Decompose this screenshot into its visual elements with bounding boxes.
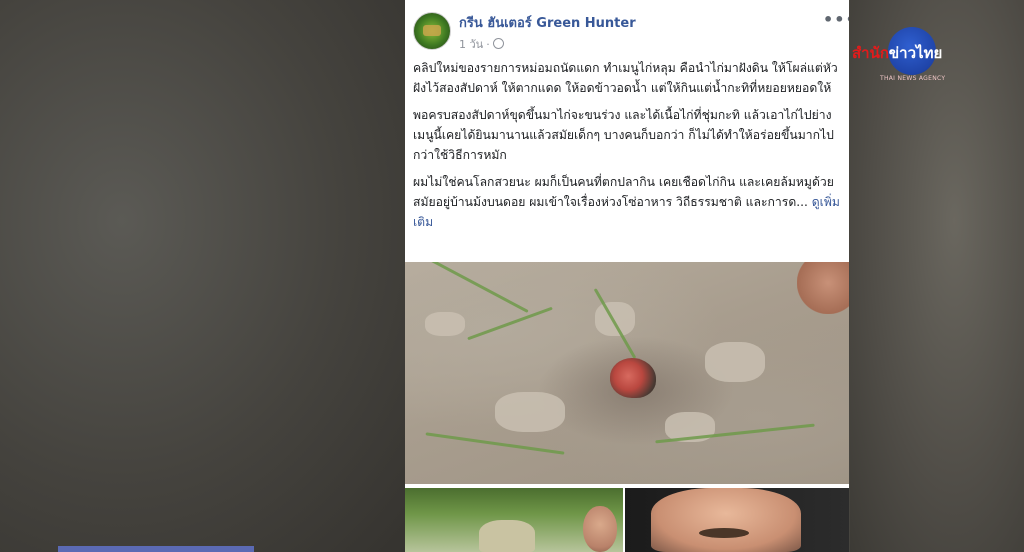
post-photo-thumbnail-1[interactable]: [405, 488, 623, 552]
post-author-name[interactable]: กรีน ฮันเตอร์ Green Hunter: [459, 12, 636, 33]
logo-text-red: สำนัก: [852, 44, 889, 62]
globe-icon: [492, 38, 504, 49]
grass-blade: [421, 262, 529, 313]
news-agency-logo-text: สำนักข่าวไทย: [852, 41, 942, 65]
post-photo-thumbnail-2[interactable]: [625, 488, 849, 552]
post-body-text: คลิปใหม่ของรายการหม่อมถนัดแดก ทำเมนูไก่ห…: [413, 58, 841, 239]
post-header: กรีน ฮันเตอร์ Green Hunter 1 วัน· •••: [405, 0, 849, 56]
post-paragraph-2: พอครบสองสัปดาห์ขุดขึ้นมาไก่จะขนร่วง และไ…: [413, 108, 834, 162]
person-hat: [479, 520, 535, 552]
lower-third-bar: [58, 546, 254, 552]
meta-separator: ·: [486, 38, 490, 51]
news-agency-subtitle: THAI NEWS AGENCY: [880, 75, 946, 82]
soil-clod: [705, 342, 765, 382]
more-options-icon[interactable]: •••: [823, 10, 849, 29]
chicken-head: [610, 358, 656, 398]
person-face: [583, 506, 617, 552]
soil-clod: [425, 312, 465, 336]
person-face: [651, 488, 801, 552]
post-photo-chicken-buried[interactable]: [405, 262, 849, 484]
post-meta: 1 วัน ·: [459, 35, 504, 53]
soil-clod: [495, 392, 565, 432]
post-paragraph-1: คลิปใหม่ของรายการหม่อมถนัดแดก ทำเมนูไก่ห…: [413, 61, 838, 95]
grass-blade: [425, 432, 565, 455]
post-timestamp[interactable]: 1 วัน: [459, 38, 483, 51]
hand: [797, 262, 849, 314]
logo-text-white: ข่าวไทย: [888, 44, 943, 62]
background-blur-right: [850, 0, 1024, 552]
page-avatar[interactable]: [413, 12, 451, 50]
grass-blade: [467, 306, 553, 341]
soil-clod: [595, 302, 635, 336]
background-blur-left: [0, 0, 405, 552]
facebook-post-card: กรีน ฮันเตอร์ Green Hunter 1 วัน· ••• คล…: [405, 0, 849, 552]
post-paragraph-3-text: ผมไม่ใช่คนโลกสวยนะ ผมก็เป็นคนที่ตกปลากิน…: [413, 175, 834, 209]
avatar-logo-icon: [423, 25, 441, 36]
post-paragraph-3: ผมไม่ใช่คนโลกสวยนะ ผมก็เป็นคนที่ตกปลากิน…: [413, 172, 841, 232]
person-mustache: [699, 528, 749, 538]
